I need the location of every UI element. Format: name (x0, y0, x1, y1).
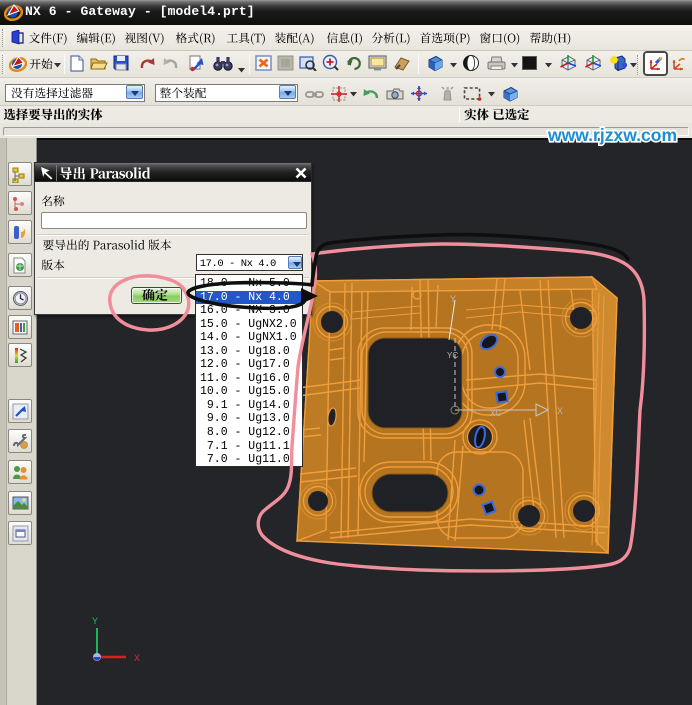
svg-text:Y: Y (92, 617, 98, 628)
svg-text:YC: YC (447, 351, 458, 360)
svg-text:XC: XC (490, 409, 501, 418)
svg-text:X: X (557, 406, 563, 416)
svg-text:X: X (134, 654, 140, 665)
svg-text:www.rjzxw.com: www.rjzxw.com (547, 125, 677, 145)
svg-text:Y: Y (450, 294, 456, 304)
